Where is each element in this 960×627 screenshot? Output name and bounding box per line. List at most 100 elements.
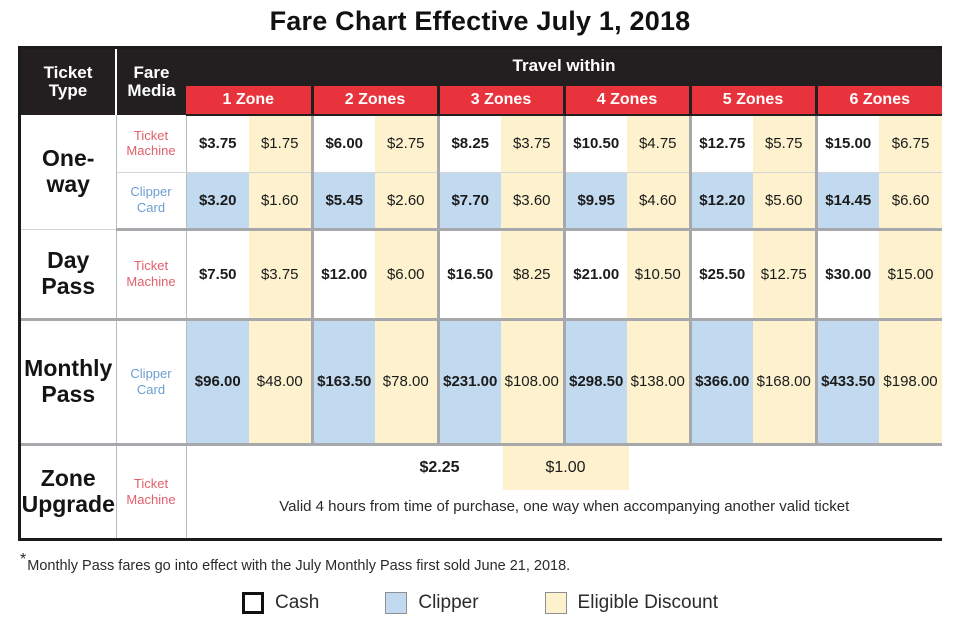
media-label-ticket-machine: Ticket Machine: [116, 229, 187, 321]
row-label-daypass: Day Pass: [21, 229, 117, 321]
table-row-oneway-clipper-card: Clipper Card $3.20 $1.60 $5.45 $2.60 $7.…: [21, 172, 943, 231]
eligible-discount-swatch-icon: [544, 592, 567, 614]
row-label-monthly-line2: Pass: [41, 380, 96, 407]
zone-upgrade-area: $2.25 $1.00 Valid 4 hours from time of p…: [186, 445, 943, 538]
media-label-clipper-card: Clipper Card: [116, 172, 187, 231]
header-zone-5: 5 Zones: [690, 83, 818, 116]
media-ticket-machine-line2: Machine: [126, 491, 176, 507]
fare-cell: $5.75: [753, 115, 818, 173]
zone-upgrade-note: Valid 4 hours from time of purchase, one…: [279, 497, 850, 515]
header-zone-3: 3 Zones: [438, 83, 566, 116]
header-zone-2: 2 Zones: [312, 83, 440, 116]
header-zone-4: 4 Zones: [564, 83, 692, 116]
header-zone-6: 6 Zones: [816, 83, 943, 116]
fare-cell: $12.20: [690, 172, 753, 231]
row-label-monthly-line1: Monthly: [24, 354, 113, 381]
fare-cell: $12.75: [690, 115, 753, 173]
row-label-oneway-line2: way: [46, 170, 90, 197]
media-ticket-machine-line2: Machine: [126, 274, 176, 289]
row-label-daypass-line1: Day: [47, 246, 90, 273]
fare-cell: $12.75: [753, 229, 818, 321]
table-row-zone-upgrade: Zone Upgrade Ticket Machine $2.25 $1.00 …: [21, 444, 943, 538]
fare-cell: $3.60: [501, 172, 566, 231]
zone-upgrade-discount-price: $1.00: [502, 445, 629, 490]
table-row-oneway-ticket-machine: One- way Ticket Machine $3.75 $1.75 $6.0…: [21, 115, 943, 230]
legend: Cash Clipper Eligible Discount: [0, 592, 960, 614]
legend-item-eligible-discount: Eligible Discount: [544, 592, 718, 614]
fare-cell: $366.00: [690, 319, 753, 446]
header-fare-media-line2: Media: [127, 81, 176, 100]
fare-cell: $10.50: [564, 115, 627, 173]
media-ticket-machine-line1: Ticket: [133, 475, 169, 491]
fare-cell: $1.75: [249, 115, 314, 173]
footnote-asterisk: *: [20, 551, 27, 569]
media-ticket-machine-line1: Ticket: [133, 127, 169, 143]
header-fare-media-line1: Fare: [133, 62, 170, 82]
fare-cell: $5.60: [753, 172, 818, 231]
fare-cell: $96.00: [186, 319, 249, 446]
fare-cell: $433.50: [816, 319, 879, 446]
fare-cell: $2.75: [375, 115, 440, 173]
fare-cell: $48.00: [249, 319, 314, 446]
fare-table: Ticket Type Fare Media Travel within 1 Z…: [21, 49, 943, 538]
zone-upgrade-content: $2.25 $1.00 Valid 4 hours from time of p…: [186, 444, 943, 538]
media-label-ticket-machine: Ticket Machine: [116, 115, 187, 173]
header-zone-1: 1 Zone: [186, 83, 314, 116]
fare-cell: $30.00: [816, 229, 879, 321]
header-fare-media: Fare Media: [116, 49, 186, 115]
header-ticket-type: Ticket Type: [21, 49, 117, 115]
header-ticket-type-line1: Ticket: [43, 62, 93, 82]
fare-cell: $7.70: [438, 172, 501, 231]
row-label-monthly-pass: Monthly Pass: [21, 319, 117, 446]
cash-swatch-icon: [241, 592, 264, 614]
media-ticket-machine-line1: Ticket: [133, 258, 169, 274]
media-label-ticket-machine: Ticket Machine: [116, 444, 187, 538]
fare-cell: $6.00: [312, 115, 375, 173]
fare-cell: $4.75: [627, 115, 692, 173]
table-row-monthly-pass: Monthly Pass Clipper Card $96.00 $48.00 …: [21, 319, 943, 446]
row-label-oneway: One- way: [21, 115, 117, 230]
page-title: Fare Chart Effective July 1, 2018: [269, 6, 691, 36]
fare-cell: $168.00: [753, 319, 818, 446]
fare-cell: $198.00: [879, 319, 943, 446]
fare-cell: $8.25: [438, 115, 501, 173]
fare-cell: $6.00: [375, 229, 440, 321]
table-row-daypass: Day Pass Ticket Machine $7.50 $3.75 $12.…: [21, 229, 943, 321]
fare-cell: $3.20: [186, 172, 249, 231]
fare-cell: $3.75: [186, 115, 249, 173]
fare-cell: $10.50: [627, 229, 692, 321]
media-clipper-card-line2: Card: [136, 200, 166, 215]
fare-cell: $15.00: [879, 229, 943, 321]
legend-label-clipper: Clipper: [418, 592, 479, 613]
clipper-swatch-icon: [385, 592, 408, 614]
legend-label-cash: Cash: [274, 592, 320, 613]
media-clipper-card-line1: Clipper: [130, 184, 172, 200]
fare-cell: $16.50: [438, 229, 501, 321]
legend-item-cash: Cash: [241, 592, 320, 614]
fare-cell: $25.50: [690, 229, 753, 321]
footnote-text: Monthly Pass fares go into effect with t…: [27, 558, 571, 574]
row-label-daypass-line2: Pass: [41, 272, 96, 299]
fare-cell: $6.60: [879, 172, 943, 231]
fare-cell: $2.60: [375, 172, 440, 231]
fare-cell: $163.50: [312, 319, 375, 446]
fare-chart-page: Fare Chart Effective July 1, 2018 Ticket…: [0, 0, 960, 627]
fare-cell: $21.00: [564, 229, 627, 321]
row-label-zone-upgrade: Zone Upgrade: [21, 444, 117, 538]
row-label-zone-upgrade-line2: Upgrade: [21, 490, 115, 517]
fare-cell: $138.00: [627, 319, 692, 446]
legend-item-clipper: Clipper: [385, 592, 479, 614]
footnote: *Monthly Pass fares go into effect with …: [20, 552, 571, 574]
fare-cell: $231.00: [438, 319, 501, 446]
fare-cell: $15.00: [816, 115, 879, 173]
fare-cell: $5.45: [312, 172, 375, 231]
fare-cell: $12.00: [312, 229, 375, 321]
media-clipper-card-line2: Card: [136, 381, 166, 397]
fare-cell: $1.60: [249, 172, 314, 231]
zone-upgrade-cash-price: $2.25: [419, 458, 460, 476]
fare-cell: $298.50: [564, 319, 627, 446]
fare-cell: $3.75: [501, 115, 566, 173]
fare-cell: $7.50: [186, 229, 249, 321]
fare-table-container: Ticket Type Fare Media Travel within 1 Z…: [18, 46, 943, 541]
header-ticket-type-line2: Type: [48, 81, 88, 100]
